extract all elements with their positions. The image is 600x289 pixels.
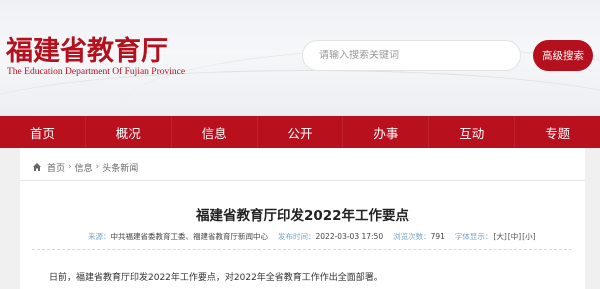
advanced-search-button[interactable]: 高级搜索	[533, 40, 593, 71]
article-paragraph: 日前，福建省教育厅印发2022年工作要点，对2022年全省教育工作作出全面部署。	[49, 273, 383, 283]
breadcrumb-divider	[20, 180, 585, 181]
views-label: 浏览次数：	[393, 231, 431, 241]
nav-item-interaction[interactable]: 互动	[429, 116, 516, 148]
site-logo-subtitle: The Education Department Of Fujian Provi…	[7, 67, 186, 77]
main-nav: 首页 概况 信息 公开 办事 互动 专题	[0, 116, 600, 148]
breadcrumb-item-home[interactable]: 首页	[47, 161, 65, 174]
article-panel: 首页 › 信息 › 头条新闻 福建省教育厅印发2022年工作要点 来源： 中共福…	[20, 148, 585, 289]
font-size-medium-button[interactable]: [中]	[508, 231, 521, 242]
font-size-small-button[interactable]: [小]	[522, 231, 535, 242]
views-value: 791	[430, 231, 445, 241]
nav-item-overview[interactable]: 概况	[86, 116, 172, 148]
article-title: 福建省教育厅印发2022年工作要点	[195, 208, 410, 224]
source-label: 来源：	[88, 231, 111, 241]
nav-item-services[interactable]: 办事	[343, 116, 430, 148]
source-value: 中共福建省委教育工委、福建省教育厅新闻中心	[110, 231, 269, 241]
nav-item-public[interactable]: 公开	[258, 116, 344, 148]
font-size-large-button[interactable]: [大]	[493, 231, 506, 242]
breadcrumb-item-info[interactable]: 信息	[75, 161, 93, 174]
publish-time-label: 发布时间：	[278, 231, 316, 241]
breadcrumb: 首页 › 信息 › 头条新闻	[32, 160, 138, 174]
nav-item-topics[interactable]: 专题	[515, 116, 600, 148]
nav-item-home[interactable]: 首页	[0, 116, 86, 148]
breadcrumb-separator: ›	[68, 162, 72, 172]
home-icon	[32, 162, 42, 172]
site-logo-title[interactable]: 福建省教育厅	[6, 29, 168, 68]
breadcrumb-item-headlines[interactable]: 头条新闻	[102, 161, 138, 174]
article-meta: 来源： 中共福建省委教育工委、福建省教育厅新闻中心 发布时间： 2022-03-…	[88, 230, 536, 242]
nav-item-info[interactable]: 信息	[172, 116, 258, 148]
search-input[interactable]	[319, 50, 499, 61]
publish-time-value: 2022-03-03 17:50	[315, 231, 384, 241]
font-size-label: 字体显示：	[454, 231, 493, 241]
search-box	[302, 40, 521, 71]
meta-divider	[32, 249, 572, 250]
site-header: 福建省教育厅 The Education Department Of Fujia…	[0, 0, 600, 116]
breadcrumb-separator: ›	[95, 162, 100, 172]
